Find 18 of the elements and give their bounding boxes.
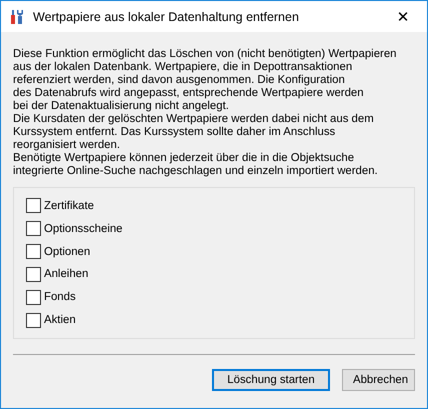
checkbox-label[interactable]: Zertifikate [44,200,94,212]
checkbox-label[interactable]: Fonds [44,291,76,304]
checkbox[interactable] [26,266,41,282]
tools-icon [9,8,25,24]
checkbox[interactable] [26,290,41,305]
checkbox-label[interactable]: Optionsscheine [44,222,123,235]
checkbox[interactable] [26,244,41,260]
checkbox-label[interactable]: Anleihen [44,268,88,280]
close-button[interactable]: ✕ [383,2,423,32]
checkbox-label[interactable]: Aktien [44,314,76,326]
checkbox[interactable] [26,312,41,328]
checkbox-label[interactable]: Optionen [44,246,90,258]
checkbox[interactable] [26,221,41,236]
checkbox[interactable] [26,198,41,214]
cancel-button[interactable]: Abbrechen [342,369,415,391]
description-text: Diese Funktion ermöglicht das Löschen von (nicht benötigten) Wertpapieren aus der lokalen Datenbank. Wertpapiere, die in Depottransaktionen referenziert werden, sind davon ausgenommen. Die Konfiguration des Datenabrufs wird angepasst, entsprechende Wertpapiere werden bei der Datenaktualisierung nicht angelegt. Die Kursdaten der gelöschten Wertpapiere werden dabei nicht aus dem Kurssystem entfernt. Das Kurssystem sollte daher im Anschluss reorganisiert werden. Benötigte Wertpapiere können jederzeit über die in die Objektsuche integrierte Online-Suche nachgeschlagen und einzeln importiert werden. [13,48,398,178]
window-title: Wertpapiere aus lokaler Datenhaltung entfernen [33,10,300,24]
start-button[interactable]: Löschung starten [212,369,330,391]
